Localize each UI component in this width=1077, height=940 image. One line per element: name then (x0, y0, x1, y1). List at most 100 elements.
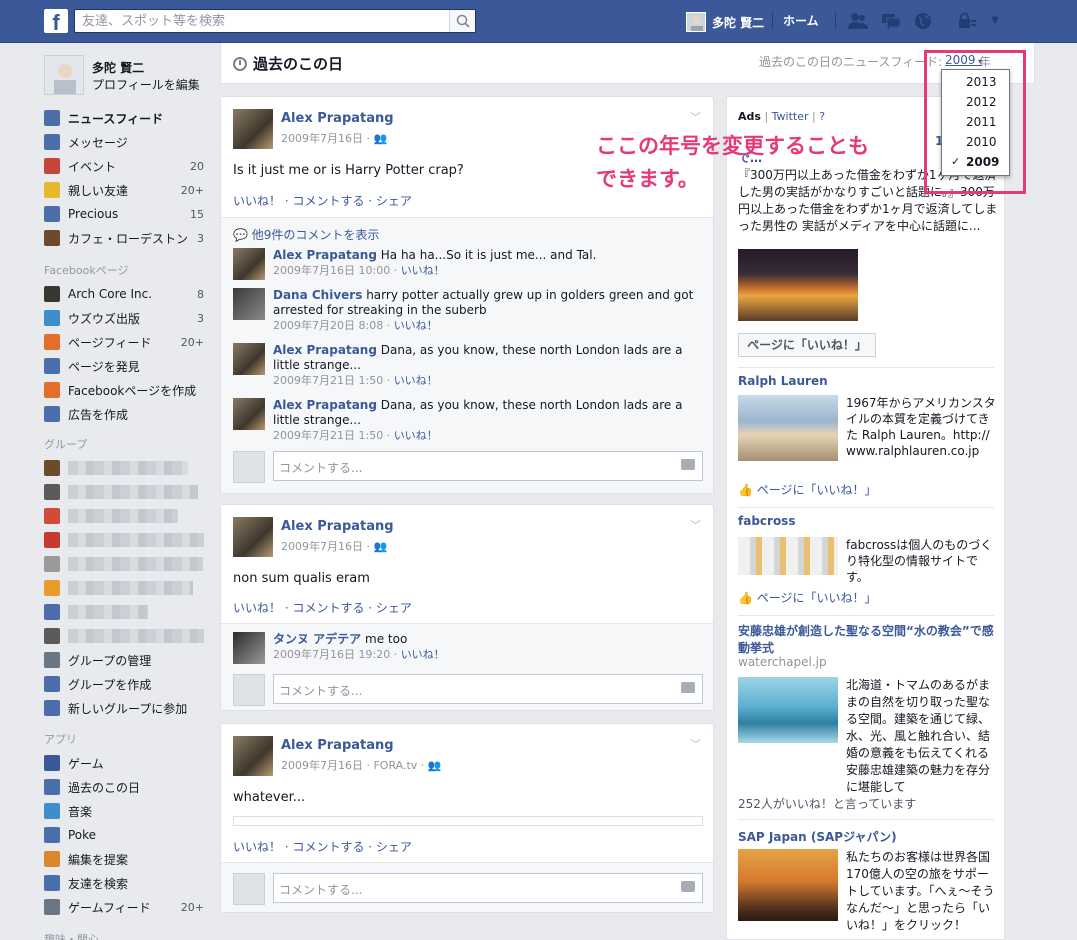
groups-section-header[interactable]: グループ (44, 436, 87, 452)
like-page-link[interactable]: 👍 ページに「いいね！」 (738, 481, 877, 498)
ad-site[interactable]: waterchapel.jp (738, 655, 827, 669)
comment-author[interactable]: Alex Prapatang (273, 398, 377, 412)
comment-like-link[interactable]: いいね！ (401, 264, 445, 277)
interests-section-header[interactable]: 趣味・関心 (44, 931, 99, 940)
sidebar-item[interactable]: グループを作成 (44, 674, 204, 694)
pages-section-header[interactable]: Facebookページ (44, 262, 128, 278)
ad-text[interactable]: 1967年からアメリカンスタイルの本質を定義づけてきた Ralph Lauren… (846, 395, 996, 459)
ad-image[interactable] (738, 249, 858, 321)
post-actions[interactable]: いいね！ · コメントする · シェア (233, 599, 412, 616)
sidebar-item[interactable]: 音楽 (44, 801, 204, 821)
sidebar-item[interactable]: ニュースフィード (44, 108, 204, 128)
ad-image[interactable] (738, 849, 838, 921)
sidebar-item[interactable]: ウズウズ出版 3 (44, 308, 204, 328)
ad-title[interactable]: Ralph Lauren (738, 374, 828, 388)
comment-author[interactable]: Alex Prapatang (273, 248, 377, 262)
sidebar-group-item[interactable] (44, 554, 204, 574)
comment-like-link[interactable]: いいね！ (401, 648, 445, 661)
sidebar-item[interactable]: 友達を検索 (44, 873, 204, 893)
messages-icon[interactable] (880, 11, 902, 31)
post-date[interactable]: 2009年7月16日 · FORA.tv · 👥 (281, 757, 442, 773)
edit-profile-link[interactable]: プロフィールを編集 (92, 76, 200, 93)
like-page-link[interactable]: 👍 ページに「いいね！」 (738, 589, 877, 606)
post-actions[interactable]: いいね！ · コメントする · シェア (233, 838, 412, 855)
ad-image[interactable] (738, 395, 838, 461)
avatar[interactable] (233, 736, 273, 776)
avatar[interactable] (233, 288, 265, 320)
privacy-lock-icon[interactable] (956, 11, 978, 31)
avatar[interactable] (233, 343, 265, 375)
post-date[interactable]: 2009年7月16日 · 👥 (281, 538, 387, 554)
help-link[interactable]: ? (819, 110, 825, 123)
sidebar-item[interactable]: メッセージ (44, 132, 204, 152)
camera-icon[interactable] (681, 881, 695, 892)
ad-text[interactable]: fabcrossは個人のものづくり特化型の情報サイトです。 (846, 537, 996, 585)
post-date[interactable]: 2009年7月16日 · 👥 (281, 130, 387, 146)
comment-input[interactable]: コメントする... (273, 674, 703, 704)
home-link[interactable]: ホーム (783, 12, 819, 29)
post-options-chevron-icon[interactable]: ﹀ (690, 517, 701, 533)
sidebar-item[interactable]: Arch Core Inc. 8 (44, 284, 204, 304)
account-chevron-down-icon[interactable]: ▼ (984, 11, 1006, 31)
profile-name[interactable]: 多陀 賢二 (92, 59, 200, 76)
facebook-logo[interactable]: f (44, 9, 68, 33)
sidebar-group-item[interactable] (44, 506, 204, 526)
avatar[interactable] (233, 109, 273, 149)
sidebar-item[interactable]: 新しいグループに参加 (44, 698, 204, 718)
comment-time[interactable]: 2009年7月16日 10:00 · (273, 264, 401, 277)
post-options-chevron-icon[interactable]: ﹀ (690, 109, 701, 125)
comment-time[interactable]: 2009年7月21日 1:50 · (273, 429, 394, 442)
notifications-globe-icon[interactable] (912, 11, 934, 31)
comment-author[interactable]: Dana Chivers (273, 288, 362, 302)
ad-image[interactable] (738, 677, 838, 743)
camera-icon[interactable] (681, 459, 695, 470)
sidebar-item[interactable]: 広告を作成 (44, 404, 204, 424)
comment-author[interactable]: Alex Prapatang (273, 343, 377, 357)
link-attachment[interactable] (233, 816, 703, 826)
search-input[interactable] (75, 10, 445, 32)
search-box[interactable] (74, 9, 476, 33)
sidebar-item[interactable]: イベント 20 (44, 156, 204, 176)
sidebar-profile[interactable]: 多陀 賢二 プロフィールを編集 (44, 55, 200, 95)
post-author[interactable]: Alex Prapatang (281, 111, 394, 126)
comment-like-link[interactable]: いいね！ (394, 319, 438, 332)
sidebar-item[interactable]: Poke (44, 825, 204, 845)
avatar[interactable] (233, 632, 265, 664)
avatar[interactable] (233, 398, 265, 430)
sidebar-item[interactable]: ゲーム (44, 753, 204, 773)
ad-title[interactable]: SAP Japan (SAPジャパン) (738, 828, 897, 845)
camera-icon[interactable] (681, 682, 695, 693)
comment-time[interactable]: 2009年7月21日 1:50 · (273, 374, 394, 387)
sidebar-group-item[interactable] (44, 602, 204, 622)
like-page-button[interactable]: ページに「いいね！」 (738, 333, 876, 357)
sidebar-item[interactable]: Precious 15 (44, 204, 204, 224)
ad-image[interactable] (738, 537, 838, 575)
sidebar-item[interactable]: ページフィード 20+ (44, 332, 204, 352)
sidebar-item[interactable]: 編集を提案 (44, 849, 204, 869)
comment-time[interactable]: 2009年7月16日 19:20 · (273, 648, 401, 661)
top-profile-link[interactable]: 多陀 賢二 (686, 11, 764, 33)
friend-requests-icon[interactable] (847, 11, 869, 31)
sidebar-item[interactable]: カフェ・ローデストン 3 (44, 228, 204, 248)
post-author[interactable]: Alex Prapatang (281, 519, 394, 534)
ad-text[interactable]: 北海道・トマムのあるがままの自然を切り取った聖なる空間。建築を通じて緑、水、光、… (846, 677, 996, 796)
sidebar-item[interactable]: ゲームフィード 20+ (44, 897, 204, 917)
post-actions[interactable]: いいね！ · コメントする · シェア (233, 192, 412, 209)
sidebar-item[interactable]: グループの管理 (44, 650, 204, 670)
sidebar-item[interactable]: ページを発見 (44, 356, 204, 376)
comment-like-link[interactable]: いいね！ (394, 429, 438, 442)
ad-text[interactable]: 私たちのお客様は世界各国170億人の空の旅をサポートしています。「へぇ〜そうなん… (846, 849, 996, 934)
ad-title[interactable]: 安藤忠雄が創造した聖なる空間“水の教会”で感動挙式 (738, 623, 994, 657)
search-button[interactable] (449, 10, 475, 32)
avatar[interactable] (233, 517, 273, 557)
view-more-comments-link[interactable]: 💬 他9件のコメントを表示 (233, 226, 379, 243)
post-options-chevron-icon[interactable]: ﹀ (690, 736, 701, 752)
sidebar-group-item[interactable] (44, 626, 204, 646)
comment-input[interactable]: コメントする... (273, 451, 703, 481)
sidebar-item[interactable]: Facebookページを作成 (44, 380, 204, 400)
apps-section-header[interactable]: アプリ (44, 731, 77, 747)
sidebar-group-item[interactable] (44, 458, 204, 478)
comment-input[interactable]: コメントする... (273, 873, 703, 903)
twitter-link[interactable]: Twitter (772, 110, 809, 123)
avatar[interactable] (233, 248, 265, 280)
